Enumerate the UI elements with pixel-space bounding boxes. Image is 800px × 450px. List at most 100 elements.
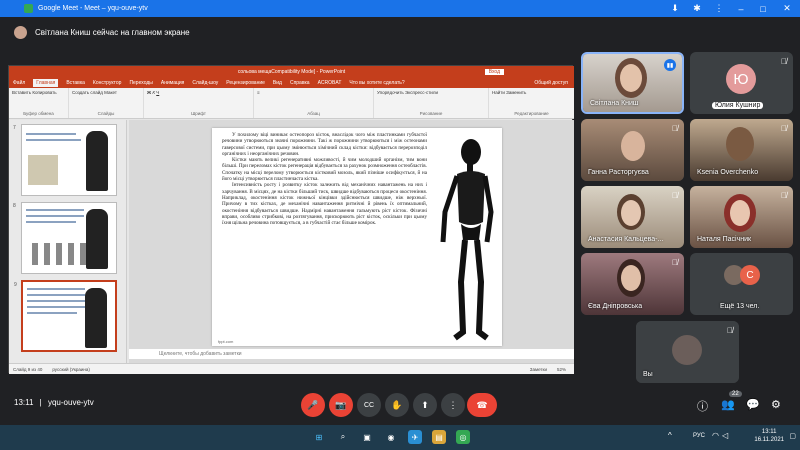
ppt-tab[interactable]: Конструктор xyxy=(93,80,122,86)
find-button[interactable]: Найти xyxy=(492,90,505,95)
menu-dots-icon[interactable]: ⋮ xyxy=(708,0,730,17)
browser-tab-title[interactable]: Google Meet - Meet – yqu-ouve-ytv xyxy=(38,5,148,12)
ppt-tab[interactable]: Анимация xyxy=(161,80,184,86)
participant-name: Світлана Книш xyxy=(590,100,639,107)
close-button[interactable]: ✕ xyxy=(776,0,798,17)
system-clock[interactable]: 13:11 16.11.2021 xyxy=(754,428,784,444)
arrange-button[interactable]: Упорядочить xyxy=(377,90,404,95)
slide-editor[interactable]: У похилому віці виникає остеопороз кісто… xyxy=(129,120,574,366)
people-button[interactable]: 👥 xyxy=(721,398,735,411)
group-label: Шрифт xyxy=(191,111,206,116)
camera-off-icon: 📷 xyxy=(335,399,347,410)
telegram-icon[interactable]: ✈ xyxy=(408,430,422,444)
ppt-tab[interactable]: Вставка xyxy=(66,80,85,86)
layout-button[interactable]: Макет xyxy=(104,90,117,95)
notification-icon[interactable]: ▢ xyxy=(789,432,796,440)
ppt-tab[interactable]: Вид xyxy=(273,80,282,86)
slide-thumbnail-selected[interactable]: 9 xyxy=(14,280,117,352)
meeting-details-button[interactable]: ⓘ xyxy=(697,398,708,414)
leave-call-button[interactable]: ☎ xyxy=(467,393,497,417)
hangup-icon: ☎ xyxy=(476,399,488,410)
task-view-icon[interactable]: ▣ xyxy=(360,430,374,444)
group-label: Слайды xyxy=(97,111,115,116)
current-slide[interactable]: У похилому віці виникає остеопороз кісто… xyxy=(212,128,502,346)
mic-off-icon: 🎙̸ xyxy=(672,191,678,200)
participant-name: Наталя Пасічник xyxy=(697,236,752,243)
people-icon: 👥 xyxy=(721,399,735,411)
captions-button[interactable]: CC xyxy=(357,393,381,417)
language-indicator[interactable]: РУС xyxy=(693,433,705,439)
ppt-login-button[interactable]: Вход xyxy=(484,68,504,75)
start-icon[interactable]: ⊞ xyxy=(312,430,326,444)
wifi-icon[interactable]: ◠ xyxy=(712,431,719,440)
activities-button[interactable]: ⚙ xyxy=(771,398,781,411)
volume-icon[interactable]: ◁ xyxy=(722,431,728,440)
slide-thumbnails-pane[interactable]: 7 8 9 xyxy=(9,120,127,366)
meet-favicon-icon xyxy=(24,4,33,13)
slide-body-text[interactable]: У похилому віці виникає остеопороз кісто… xyxy=(222,132,427,226)
file-explorer-icon[interactable]: ▤ xyxy=(432,430,446,444)
participant-tile[interactable]: Ю 🎙̸ Юлия Кушнир xyxy=(690,52,793,114)
extension-icon[interactable]: ⬇ xyxy=(664,0,686,17)
mic-toggle-button[interactable]: 🎤 xyxy=(301,393,325,417)
ppt-tab[interactable]: Справка xyxy=(290,80,310,86)
minimize-button[interactable]: – xyxy=(730,0,752,17)
participant-tile[interactable]: 🎙̸ Ksenia Overchenko xyxy=(690,119,793,181)
participant-tile[interactable]: ▮▮ Світлана Книш xyxy=(581,52,684,114)
slide-thumbnail[interactable]: 7 xyxy=(13,124,117,196)
replace-button[interactable]: Заменить xyxy=(506,90,526,95)
camera-toggle-button[interactable]: 📷 xyxy=(329,393,353,417)
ppt-tab-active[interactable]: Главная xyxy=(33,78,59,87)
language-indicator[interactable]: русский (Украина) xyxy=(52,367,90,372)
mic-off-icon: 🎙̸ xyxy=(672,124,678,133)
participant-name: Ганна Расторгуєва xyxy=(588,169,649,176)
tray-chevron-icon[interactable]: ^ xyxy=(668,431,672,440)
present-icon: ⬆ xyxy=(421,399,429,410)
ppt-tab[interactable]: ACROBAT xyxy=(318,80,342,86)
ppt-tab[interactable]: Файл xyxy=(13,80,25,86)
notes-button[interactable]: Заметки xyxy=(530,367,547,372)
copy-button[interactable]: Копировать xyxy=(32,90,56,95)
puzzle-icon[interactable]: ✱ xyxy=(686,0,708,17)
more-participants-tile[interactable]: С Ещё 13 чел. xyxy=(690,253,793,315)
ppt-share-button[interactable]: Общий доступ xyxy=(534,80,568,86)
ribbon-group-font: Ж К Ч Шрифт xyxy=(144,88,254,118)
chat-button[interactable]: 💬 xyxy=(746,398,760,411)
chat-icon: 💬 xyxy=(746,399,760,411)
raise-hand-button[interactable]: ✋ xyxy=(385,393,409,417)
bold-button[interactable]: Ж xyxy=(147,90,151,95)
ppt-title-bar: сольова мещаCompatibility Mode] - PowerP… xyxy=(9,66,574,77)
ppt-search[interactable]: Что вы хотите сделать? xyxy=(349,80,404,86)
quick-styles-button[interactable]: Экспресс-стили xyxy=(405,90,438,95)
ribbon-group-slides: Создать слайд Макет Слайды xyxy=(69,88,144,118)
ribbon-group-drawing: Упорядочить Экспресс-стили Рисование xyxy=(374,88,489,118)
participant-tile[interactable]: 🎙̸ Наталя Пасічник xyxy=(690,186,793,248)
participant-name: Єва Дніпровська xyxy=(588,303,643,310)
participant-tile[interactable]: 🎙̸ Анастасия Кальцева-... xyxy=(581,186,684,248)
self-tile[interactable]: 🎙̸ Вы xyxy=(636,321,739,383)
align-button[interactable]: ≡ xyxy=(257,90,260,95)
italic-button[interactable]: К xyxy=(152,90,155,95)
slide-thumbnail[interactable]: 8 xyxy=(13,202,117,274)
mic-off-icon: 🎙̸ xyxy=(781,124,787,133)
mic-off-icon: 🎙̸ xyxy=(727,326,733,335)
zoom-level[interactable]: 52% xyxy=(557,367,566,372)
search-icon[interactable]: ⌕ xyxy=(336,430,350,444)
meet-app-icon[interactable]: ◎ xyxy=(456,430,470,444)
present-button[interactable]: ⬆ xyxy=(413,393,437,417)
underline-button[interactable]: Ч xyxy=(156,90,159,95)
notes-pane[interactable]: Щелкните, чтобы добавить заметки xyxy=(129,349,574,359)
mic-off-icon: 🎙̸ xyxy=(781,57,787,66)
group-label: Редактирование xyxy=(514,111,549,116)
chrome-icon[interactable]: ◉ xyxy=(384,430,398,444)
ppt-tab[interactable]: Рецензирование xyxy=(226,80,265,86)
maximize-button[interactable]: □ xyxy=(752,0,774,17)
participant-tile[interactable]: 🎙̸ Єва Дніпровська xyxy=(581,253,684,315)
ppt-tab[interactable]: Переходы xyxy=(129,80,152,86)
new-slide-button[interactable]: Создать слайд xyxy=(72,90,103,95)
paste-button[interactable]: Вставить xyxy=(12,90,31,95)
more-options-button[interactable]: ⋮ xyxy=(441,393,465,417)
participant-tile[interactable]: 🎙̸ Ганна Расторгуєва xyxy=(581,119,684,181)
slide-paragraph: Інтенсивність росту і розвитку кісток за… xyxy=(222,182,427,227)
ppt-tab[interactable]: Слайд-шоу xyxy=(192,80,218,86)
